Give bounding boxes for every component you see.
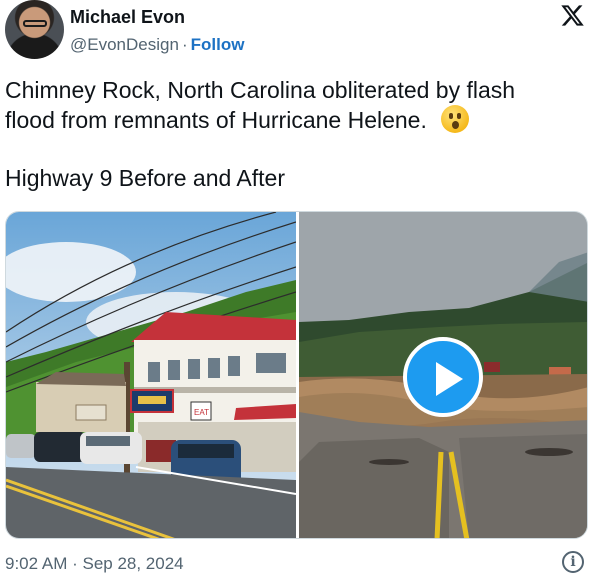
media-grid: EAT bbox=[5, 211, 588, 539]
tweet-card: Michael Evon @EvonDesign · Follow Chimney … bbox=[0, 0, 593, 582]
store-sign: EAT bbox=[194, 408, 209, 417]
avatar[interactable] bbox=[5, 0, 64, 59]
handle-separator: · bbox=[181, 35, 188, 54]
tweet-text-line-1: Chimney Rock, North Carolina obliterated… bbox=[5, 77, 516, 103]
avatar-glasses bbox=[23, 20, 47, 27]
info-icon[interactable]: i bbox=[562, 551, 584, 573]
author-name[interactable]: Michael Evon bbox=[70, 7, 185, 28]
tweet-text-line-3: Highway 9 Before and After bbox=[5, 165, 285, 191]
author-handle-row: @EvonDesign · Follow bbox=[70, 35, 244, 55]
tweet-text: Chimney Rock, North Carolina obliterated… bbox=[5, 76, 590, 193]
astonished-face-emoji bbox=[440, 105, 469, 133]
before-photo[interactable]: EAT bbox=[6, 212, 296, 538]
play-icon[interactable] bbox=[403, 337, 483, 417]
x-logo-icon[interactable] bbox=[559, 3, 586, 28]
tweet-text-line-2: flood from remnants of Hurricane Helene. bbox=[5, 107, 427, 133]
timestamp[interactable]: 9:02 AM · Sep 28, 2024 bbox=[5, 554, 184, 574]
author-handle[interactable]: @EvonDesign bbox=[70, 35, 179, 54]
follow-button[interactable]: Follow bbox=[191, 35, 245, 54]
